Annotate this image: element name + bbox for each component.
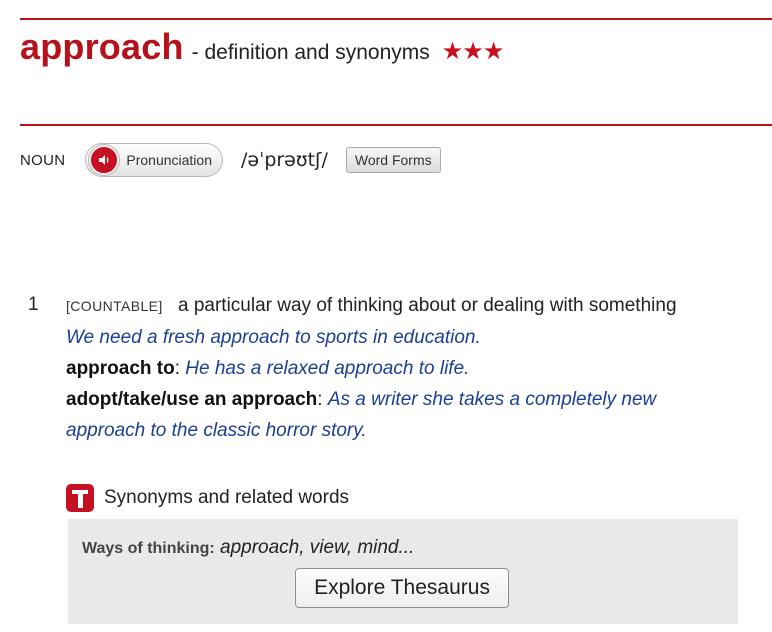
pattern-separator: : [317,389,323,410]
speaker-icon [89,145,120,175]
pronunciation-label: Pronunciation [126,152,212,168]
pattern-1: approach to: He has a relaxed approach t… [66,353,728,384]
header-subtitle: - definition and synonyms [191,41,430,64]
thesaurus-panel: Ways of thinking: approach, view, mind..… [68,519,738,624]
headword: approach [20,26,184,67]
sense-body: [COUNTABLE] a particular way of thinking… [66,290,728,446]
ipa-transcription: /əˈprəʊtʃ/ [241,149,328,171]
pronunciation-button[interactable]: Pronunciation [85,143,223,177]
sense-number: 1 [28,294,39,315]
pattern-separator: : [174,358,181,379]
thesaurus-line: Ways of thinking: approach, view, mind..… [82,537,414,559]
pattern-phrase[interactable]: adopt/take/use an approach [66,389,317,410]
definition-text: a particular way of thinking about or de… [178,295,677,316]
thesaurus-words: approach, view, mind... [220,537,415,558]
pattern-phrase[interactable]: approach to [66,358,175,379]
part-of-speech: NOUN [20,151,66,169]
definition-line: [COUNTABLE] a particular way of thinking… [66,290,728,322]
example-sentence: We need a fresh approach to sports in ed… [66,327,481,348]
top-divider [20,18,772,20]
thesaurus-category[interactable]: Ways of thinking: [82,540,215,557]
header-divider [20,124,772,126]
synonyms-toggle[interactable]: Synonyms and related words [66,484,349,512]
word-forms-button[interactable]: Word Forms [345,147,441,173]
pattern-2: adopt/take/use an approach: As a writer … [66,384,728,446]
frequency-stars: ★★★ [441,38,505,65]
grammar-label: [COUNTABLE] [66,298,163,314]
synonyms-label: Synonyms and related words [104,487,350,508]
sense-1: 1 [COUNTABLE] a particular way of thinki… [28,290,728,446]
pattern-example: He has a relaxed approach to life. [185,358,470,379]
explore-thesaurus-button[interactable]: Explore Thesaurus [295,568,509,608]
thesaurus-t-icon [66,484,94,512]
entry-header: approach - definition and synonyms ★★★ [20,26,505,68]
entry-info-row: NOUN Pronunciation /əˈprəʊtʃ/ Word Forms [20,142,441,178]
